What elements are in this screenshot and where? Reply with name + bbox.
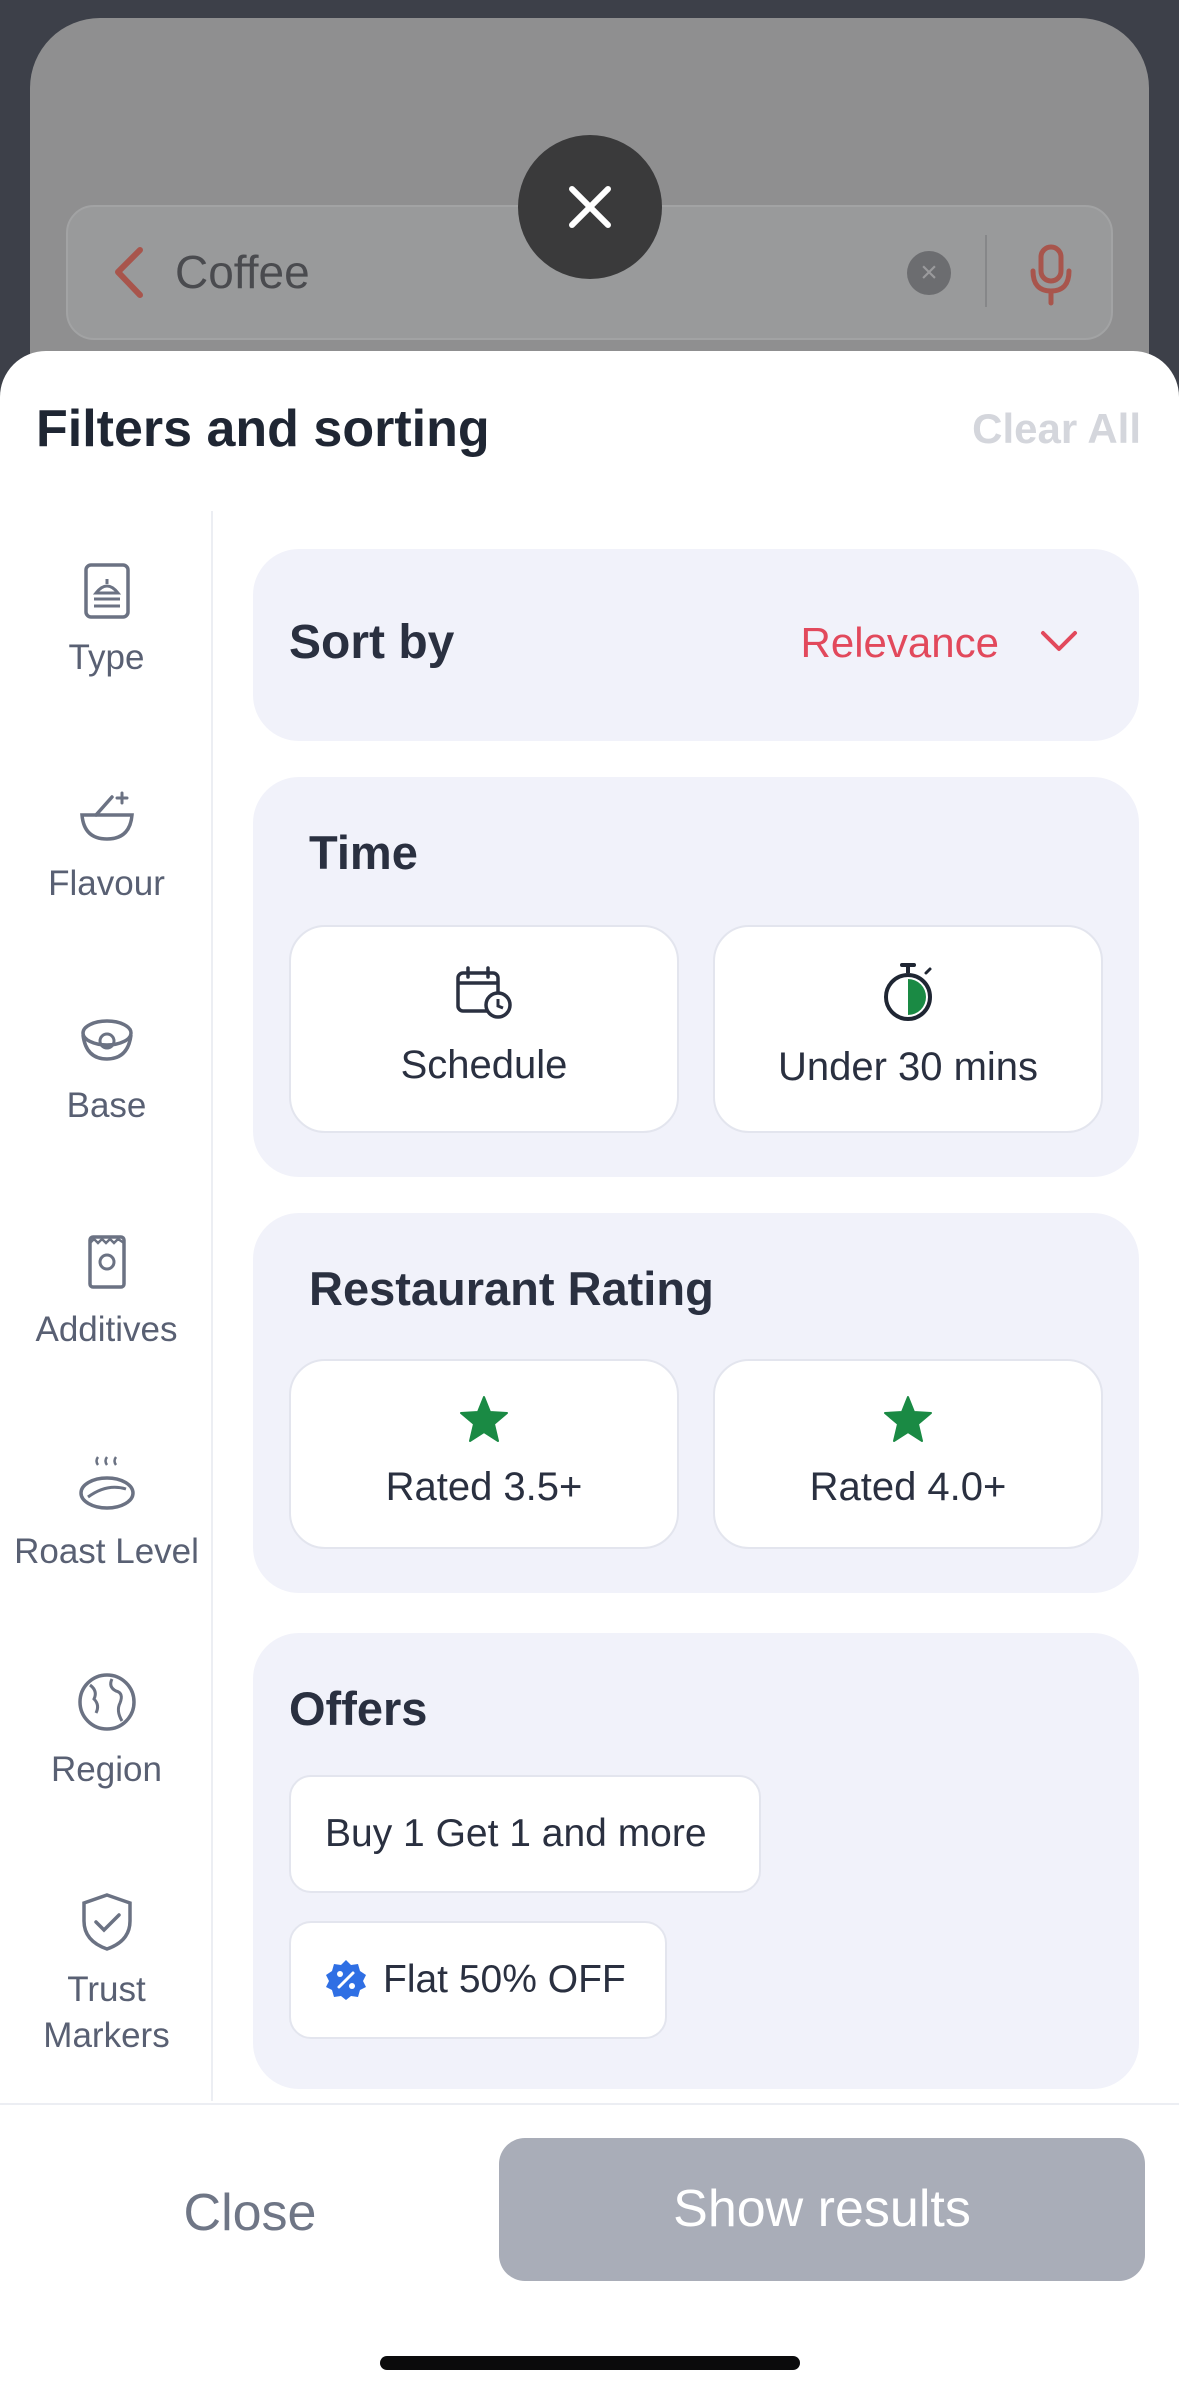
filter-content: Sort by Relevance Time Schedule Under 30… <box>215 511 1179 2101</box>
bogo-offer-chip[interactable]: Buy 1 Get 1 and more <box>289 1775 761 1893</box>
sidebar-item-flavour[interactable]: Flavour <box>0 787 213 907</box>
calendar-clock-icon <box>456 966 512 1019</box>
sort-panel[interactable]: Sort by Relevance <box>253 549 1139 741</box>
coffee-bean-steam-icon <box>78 1456 135 1510</box>
rated-4-0-label: Rated 4.0+ <box>809 1465 1007 1509</box>
rating-title: Restaurant Rating <box>309 1262 714 1315</box>
clear-all-button[interactable]: Clear All <box>972 405 1141 453</box>
shield-check-icon <box>81 1893 132 1951</box>
under-30-mins-label: Under 30 mins <box>777 1045 1039 1089</box>
star-icon <box>460 1396 508 1442</box>
filters-sheet: Filters and sorting Clear All Type Flavo… <box>0 351 1179 2396</box>
search-query[interactable]: Coffee <box>175 245 310 299</box>
sidebar-item-label: Region <box>51 1750 162 1789</box>
rated-4-0-option[interactable]: Rated 4.0+ <box>713 1359 1103 1549</box>
sort-label: Sort by <box>289 616 455 669</box>
time-title: Time <box>309 826 418 879</box>
sort-value[interactable]: Relevance <box>801 619 999 667</box>
dismiss-button[interactable] <box>518 135 662 279</box>
offers-panel: Offers Buy 1 Get 1 and more Flat 50% OFF <box>253 1633 1139 2089</box>
search-divider <box>985 235 987 307</box>
bogo-offer-label: Buy 1 Get 1 and more <box>325 1812 707 1855</box>
rated-3-5-option[interactable]: Rated 3.5+ <box>289 1359 679 1549</box>
sidebar-item-additives[interactable]: Additives <box>0 1231 213 1353</box>
under-30-mins-option[interactable]: Under 30 mins <box>713 925 1103 1133</box>
sidebar-item-base[interactable]: Base <box>0 1011 213 1129</box>
sidebar-item-type[interactable]: Type <box>0 559 213 681</box>
sidebar-item-label: Roast Level <box>14 1532 199 1571</box>
discount-badge-icon <box>326 1960 366 2000</box>
sidebar-item-label: Base <box>66 1086 147 1125</box>
sidebar-item-trust-markers[interactable]: Trust Markers <box>0 1891 213 2059</box>
sidebar-item-label: Additives <box>35 1310 178 1349</box>
show-results-button[interactable]: Show results <box>499 2138 1145 2281</box>
microphone-icon[interactable] <box>1025 243 1077 307</box>
schedule-label: Schedule <box>400 1043 568 1087</box>
sheet-title: Filters and sorting <box>36 400 490 458</box>
time-panel: Time Schedule Under 30 mins <box>253 777 1139 1177</box>
schedule-option[interactable]: Schedule <box>289 925 679 1133</box>
flat-50-off-chip[interactable]: Flat 50% OFF <box>289 1921 667 2039</box>
bowl-base-icon <box>80 1019 133 1061</box>
clear-icon[interactable]: × <box>907 251 951 295</box>
close-icon <box>569 186 611 228</box>
stopwatch-icon <box>884 963 932 1021</box>
chevron-down-icon[interactable] <box>1039 629 1079 655</box>
rating-panel: Restaurant Rating Rated 3.5+ Rated 4.0+ <box>253 1213 1139 1593</box>
sidebar-item-label: Trust Markers <box>43 1970 170 2055</box>
sidebar-item-roast-level[interactable]: Roast Level <box>0 1453 213 1575</box>
bowl-icon <box>79 791 134 841</box>
rated-3-5-label: Rated 3.5+ <box>385 1465 583 1509</box>
home-indicator <box>380 2356 800 2370</box>
star-icon <box>884 1396 932 1442</box>
sidebar-item-region[interactable]: Region <box>0 1671 213 1793</box>
sidebar-item-label: Flavour <box>48 864 165 903</box>
sidebar-item-label: Type <box>68 638 145 677</box>
filter-categories-sidebar: Type Flavour Base Additives Roast Level … <box>0 511 213 2101</box>
offers-title: Offers <box>289 1682 428 1735</box>
packet-icon <box>87 1235 126 1289</box>
sheet-footer: Close Show results <box>0 2103 1179 2396</box>
chevron-left-icon[interactable] <box>100 240 160 305</box>
globe-icon <box>77 1673 136 1731</box>
close-button[interactable]: Close <box>140 2163 360 2263</box>
menu-card-icon <box>83 563 130 619</box>
flat-50-off-label: Flat 50% OFF <box>383 1958 626 2001</box>
